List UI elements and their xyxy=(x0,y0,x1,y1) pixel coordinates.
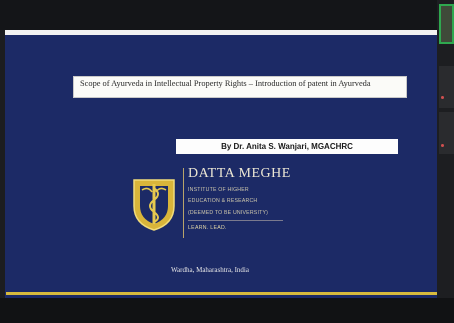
logo-tagline: LEARN. LEAD. xyxy=(188,225,227,231)
logo-line-3: (DEEMED TO BE UNIVERSITY) xyxy=(188,210,269,216)
logo-divider xyxy=(183,168,184,238)
participant-tile[interactable] xyxy=(439,66,454,108)
logo-line-1: INSTITUTE OF HIGHER xyxy=(188,187,249,193)
status-dot-icon xyxy=(441,144,444,147)
logo-line-2: EDUCATION & RESEARCH xyxy=(188,198,258,204)
slide-location: Wardha, Maharashtra, India xyxy=(171,266,249,274)
meeting-window: Scope of Ayurveda in Intellectual Proper… xyxy=(0,0,454,323)
status-dot-icon xyxy=(441,96,444,99)
logo-brand-name: DATTA MEGHE xyxy=(188,166,291,181)
participant-video-thumbnail[interactable] xyxy=(439,4,454,44)
slide-accent-line xyxy=(6,292,437,295)
participant-tile[interactable] xyxy=(439,112,454,154)
university-emblem-icon xyxy=(133,179,175,231)
top-bar xyxy=(0,0,454,30)
bottom-toolbar xyxy=(0,298,454,323)
university-logo: DATTA MEGHE INSTITUTE OF HIGHER EDUCATIO… xyxy=(130,162,300,257)
slide-author: By Dr. Anita S. Wanjari, MGACHRC xyxy=(176,139,398,154)
logo-rule xyxy=(188,220,283,221)
slide-title: Scope of Ayurveda in Intellectual Proper… xyxy=(73,76,407,98)
